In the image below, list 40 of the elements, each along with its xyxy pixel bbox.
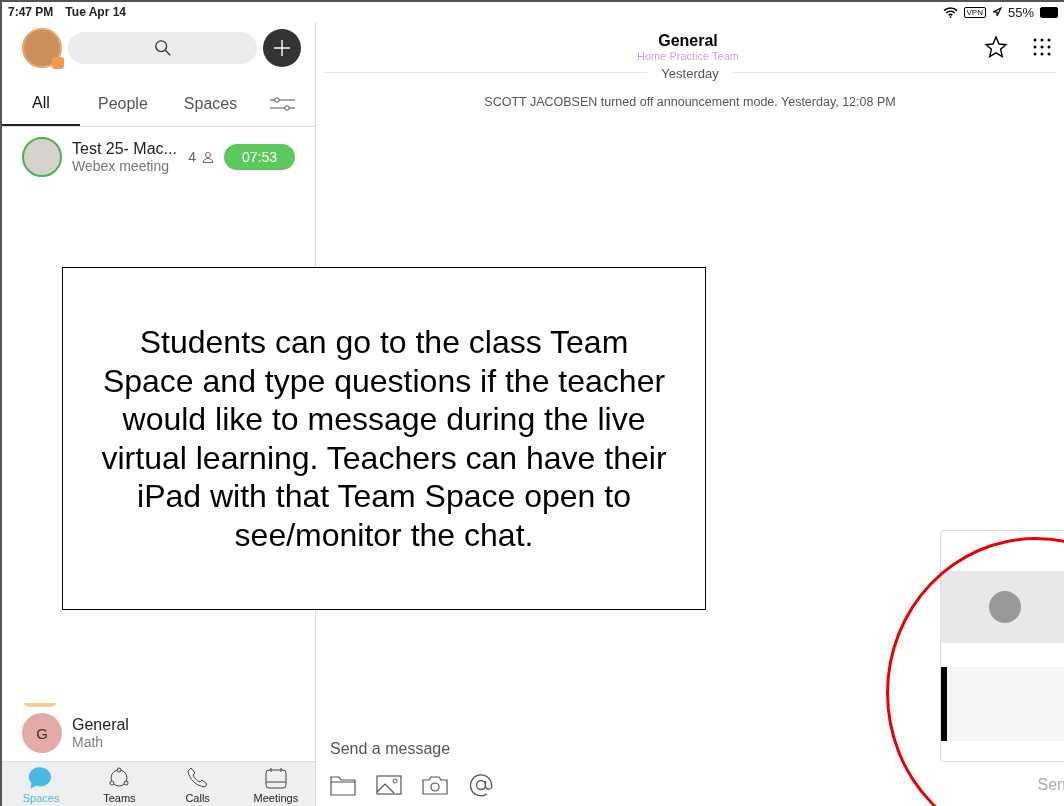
nav-tab[interactable]: Meetings — [236, 762, 315, 806]
folder-icon[interactable] — [330, 774, 356, 796]
filter-icon[interactable] — [269, 96, 295, 112]
conversation-subtitle: Math — [72, 734, 105, 750]
calendar-icon — [262, 766, 289, 790]
conversation-item[interactable]: G General Math — [2, 707, 315, 761]
participant-count: 4 — [188, 149, 197, 165]
person-icon — [202, 151, 214, 163]
filter-tab[interactable]: All — [2, 82, 80, 126]
user-avatar[interactable] — [22, 28, 62, 68]
add-button[interactable] — [263, 29, 301, 67]
status-time: 7:47 PM — [8, 5, 54, 19]
battery-percent: 55% — [1007, 4, 1034, 20]
location-arrow-icon — [991, 7, 1002, 17]
search-field[interactable] — [68, 32, 257, 64]
space-avatar: G — [22, 713, 62, 753]
photo-placeholder — [22, 137, 62, 177]
space-title: General — [658, 32, 718, 50]
battery-icon — [1040, 6, 1058, 18]
conversation-subtitle: Webex meeting — [72, 158, 170, 174]
star-icon[interactable] — [984, 35, 1008, 59]
conversation-title: Test 25- Mac... — [72, 140, 177, 158]
plus-icon — [272, 38, 292, 58]
conversation-title: General — [72, 716, 129, 734]
nav-tab[interactable]: Calls — [158, 762, 237, 806]
apps-grid-icon[interactable] — [1032, 37, 1052, 57]
nav-tab[interactable]: Teams — [80, 762, 159, 806]
image-icon[interactable] — [376, 774, 402, 796]
wifi-icon — [942, 6, 958, 18]
mention-icon[interactable] — [468, 772, 494, 798]
photo-placeholder — [989, 591, 1021, 623]
message-input[interactable]: Send a message — [330, 740, 451, 758]
camera-icon[interactable] — [422, 774, 448, 796]
filter-tab[interactable]: Spaces — [165, 82, 256, 126]
annotation-text: Students can go to the class Team Space and type questions if the teacher would like to message during the live virtual learning. Teachers can have their iPad with that Team Space open to see/monitor the chat. — [100, 323, 668, 554]
system-message: SCOTT JACOBSEN turned off announcement mode. Yesterday, 12:08 PM — [483, 95, 897, 109]
search-icon — [153, 39, 172, 57]
vpn-indicator: VPN — [963, 6, 986, 18]
filter-tab[interactable]: People — [80, 82, 166, 126]
status-date: Tue Apr 14 — [65, 5, 127, 19]
